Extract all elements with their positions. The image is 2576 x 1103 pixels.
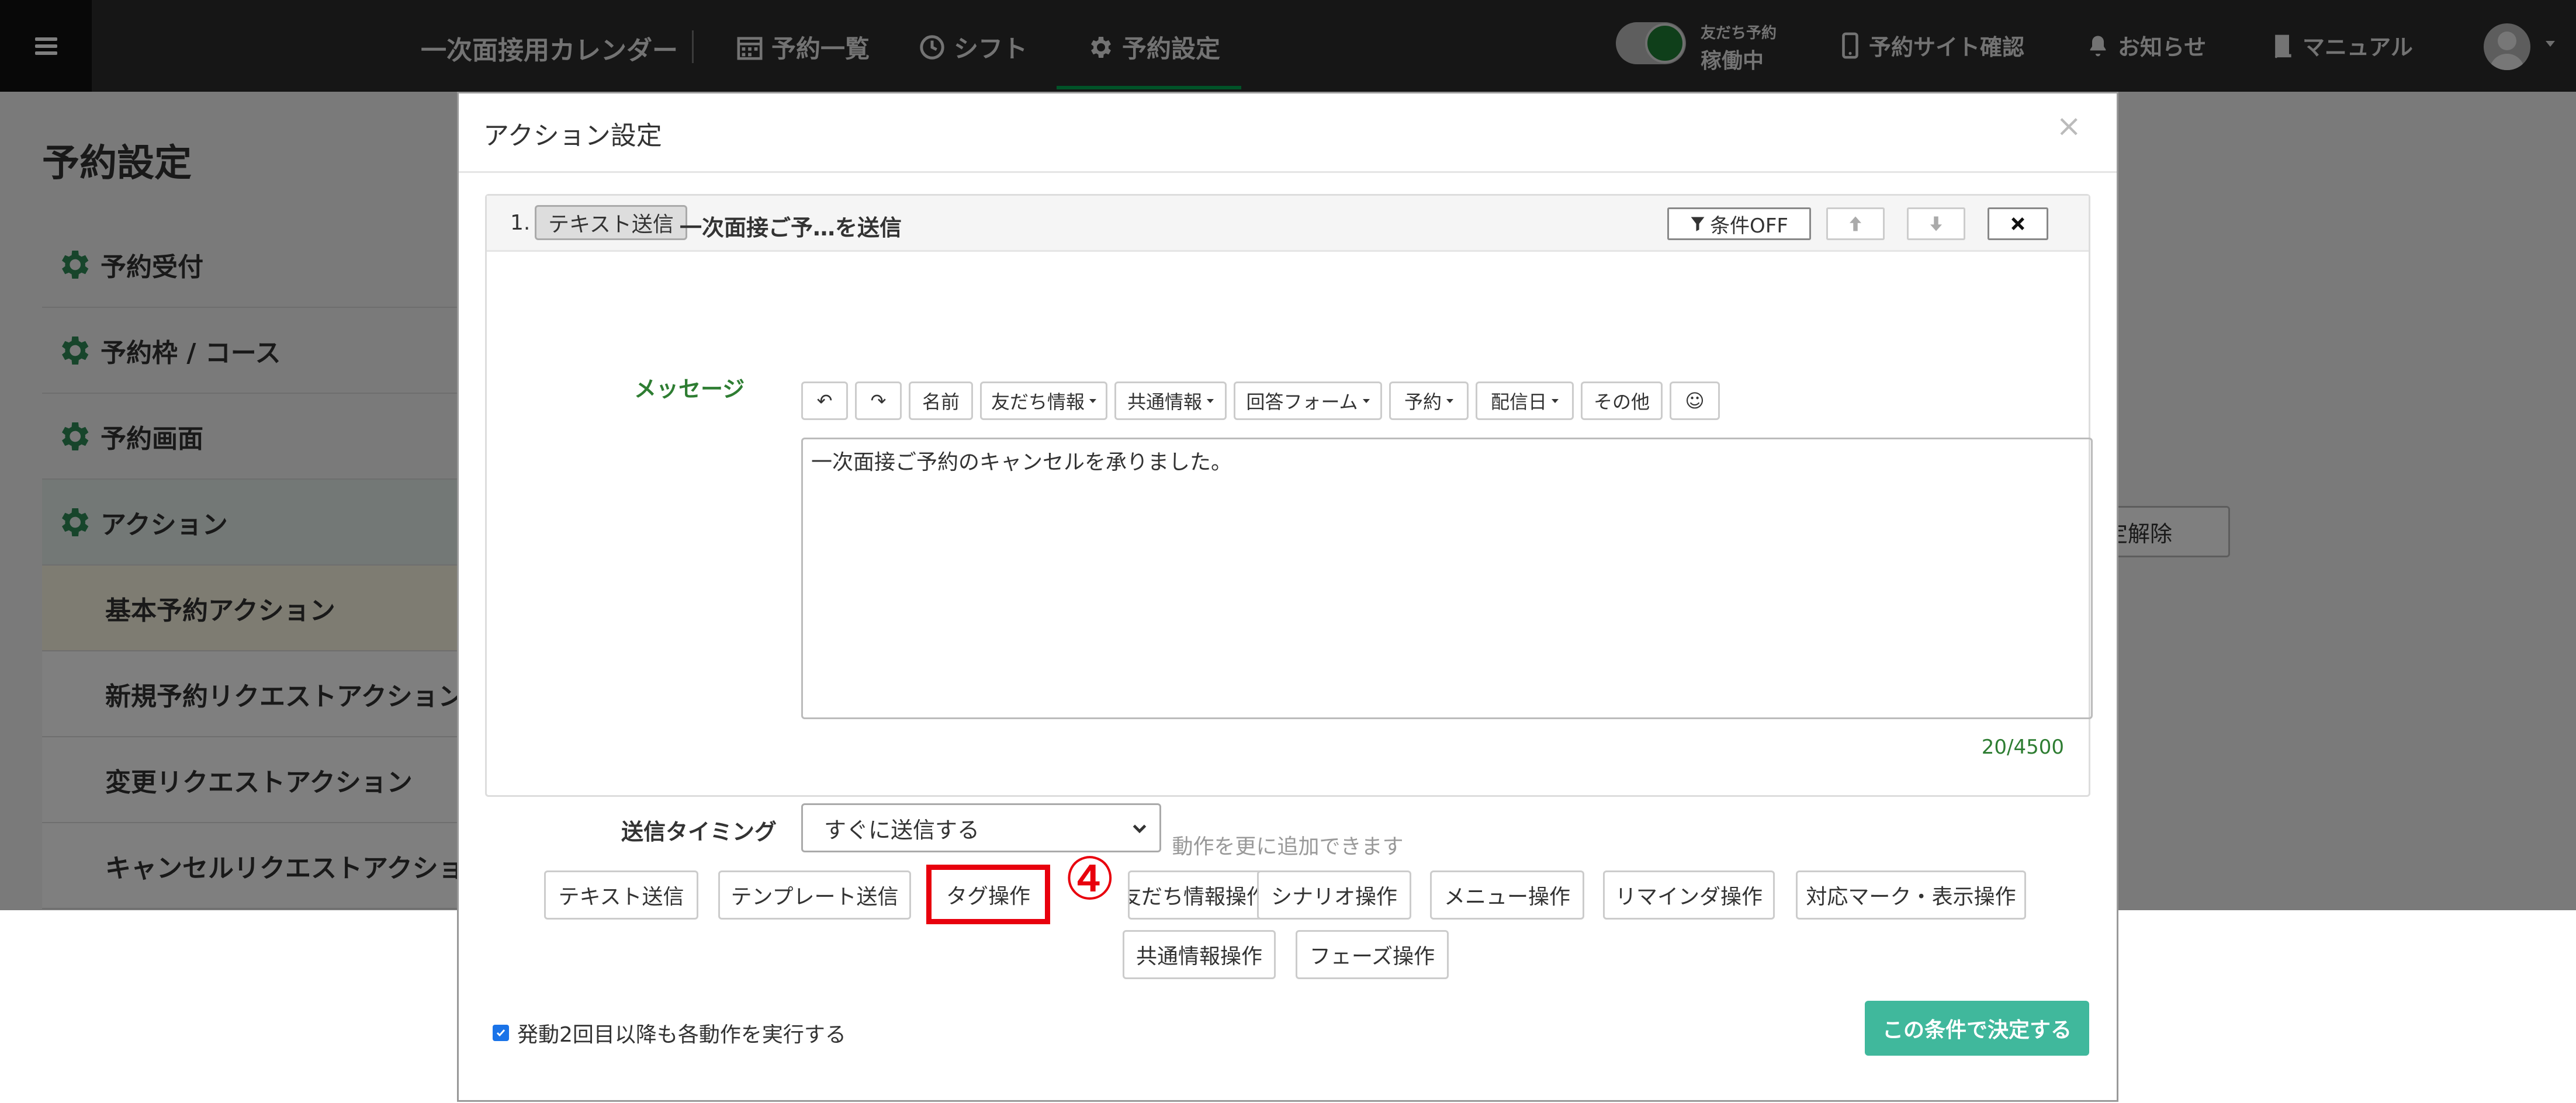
add-text-send-button[interactable]: テキスト送信 — [544, 870, 698, 920]
add-scenario-operation-button[interactable]: シナリオ操作 — [1257, 870, 1411, 920]
action-item-header[interactable]: 1. テキスト送信 一次面接ご予…を送信 条件OFF — [487, 196, 2089, 252]
redo-button[interactable]: ↷ — [855, 381, 902, 420]
button-label: メニュー操作 — [1443, 885, 1570, 909]
button-label: フェーズ操作 — [1309, 945, 1435, 969]
button-label: 共通情報操作 — [1135, 945, 1262, 969]
add-mark-display-operation-button[interactable]: 対応マーク・表示操作 — [1796, 870, 2026, 920]
button-label: 対応マーク・表示操作 — [1806, 885, 2016, 909]
move-up-button[interactable] — [1826, 207, 1885, 240]
caret-down-icon — [1089, 398, 1096, 403]
arrow-up-icon — [1850, 216, 1861, 231]
checkbox-label: 発動2回目以降も各動作を実行する — [517, 1023, 846, 1047]
condition-toggle-button[interactable]: 条件OFF — [1667, 207, 1811, 240]
step-number-marker: ④ — [1064, 845, 1116, 913]
delete-action-button[interactable] — [1988, 207, 2048, 240]
caret-down-icon — [1207, 398, 1214, 403]
toolbar-label: 配信日 — [1490, 391, 1547, 413]
arrow-down-icon — [1930, 216, 1942, 231]
undo-icon: ↶ — [816, 390, 833, 412]
add-template-send-button[interactable]: テンプレート送信 — [718, 870, 911, 920]
caret-down-icon — [1446, 398, 1453, 403]
button-label: 友だち情報操作 — [1128, 885, 1268, 909]
caret-down-icon — [1552, 398, 1559, 403]
friend-info-dropdown[interactable]: 友だち情報 — [980, 381, 1107, 420]
character-counter: 20/4500 — [1981, 736, 2064, 759]
button-label: シナリオ操作 — [1270, 885, 1397, 909]
undo-button[interactable]: ↶ — [801, 381, 848, 420]
close-icon[interactable]: × — [2056, 111, 2082, 141]
button-label: テキスト送信 — [558, 885, 684, 909]
toolbar-label: その他 — [1593, 391, 1650, 413]
modal-header: アクション設定 × — [459, 93, 2117, 173]
emoji-button[interactable]: ☺ — [1670, 381, 1720, 420]
condition-label: 条件OFF — [1710, 214, 1788, 238]
action-type-badge: テキスト送信 — [535, 205, 687, 240]
button-label: テンプレート送信 — [730, 885, 899, 909]
shared-info-dropdown[interactable]: 共通情報 — [1114, 381, 1227, 420]
message-textarea[interactable]: 一次面接ご予約のキャンセルを承りました。 — [801, 438, 2093, 719]
confirm-condition-button[interactable]: この条件で決定する — [1865, 1001, 2089, 1056]
modal-title: アクション設定 — [483, 121, 662, 151]
add-tag-operation-button[interactable]: タグ操作 — [926, 865, 1050, 924]
filter-icon — [1691, 217, 1705, 231]
message-label: メッセージ — [634, 376, 745, 402]
toolbar-label: 共通情報 — [1127, 391, 1202, 413]
insert-name-button[interactable]: 名前 — [909, 381, 973, 420]
delivery-date-dropdown[interactable]: 配信日 — [1476, 381, 1574, 420]
close-icon — [2011, 217, 2024, 230]
toolbar-label: 予約 — [1404, 391, 1442, 413]
action-number: 1. — [510, 211, 531, 235]
repeat-actions-option[interactable]: 発動2回目以降も各動作を実行する — [493, 1018, 846, 1048]
redo-icon: ↷ — [870, 390, 887, 412]
toolbar-label: 回答フォーム — [1246, 391, 1358, 413]
action-settings-modal: アクション設定 × 1. テキスト送信 一次面接ご予…を送信 条件OFF メッセ… — [457, 92, 2118, 1102]
add-action-hint: 動作を更に追加できます — [1172, 835, 1404, 859]
answer-form-dropdown[interactable]: 回答フォーム — [1234, 381, 1382, 420]
repeat-actions-checkbox[interactable] — [493, 1025, 509, 1041]
emoji-icon: ☺ — [1685, 390, 1705, 412]
action-summary: 一次面接ご予…を送信 — [680, 215, 902, 241]
action-item: 1. テキスト送信 一次面接ご予…を送信 条件OFF メッセージ ↶ ↷ 名前 … — [485, 194, 2093, 852]
other-button[interactable]: その他 — [1581, 381, 1663, 420]
add-menu-operation-button[interactable]: メニュー操作 — [1430, 870, 1584, 920]
add-shared-info-operation-button[interactable]: 共通情報操作 — [1123, 930, 1276, 979]
move-down-button[interactable] — [1907, 207, 1965, 240]
toolbar-label: 名前 — [922, 391, 960, 413]
add-phase-operation-button[interactable]: フェーズ操作 — [1296, 930, 1449, 979]
reservation-dropdown[interactable]: 予約 — [1389, 381, 1469, 420]
toolbar-label: 友だち情報 — [991, 391, 1085, 413]
button-label: タグ操作 — [946, 885, 1030, 908]
button-label: リマインダ操作 — [1615, 885, 1763, 909]
checkmark-icon — [496, 1029, 505, 1037]
caret-down-icon — [1362, 398, 1370, 403]
add-reminder-operation-button[interactable]: リマインダ操作 — [1603, 870, 1775, 920]
